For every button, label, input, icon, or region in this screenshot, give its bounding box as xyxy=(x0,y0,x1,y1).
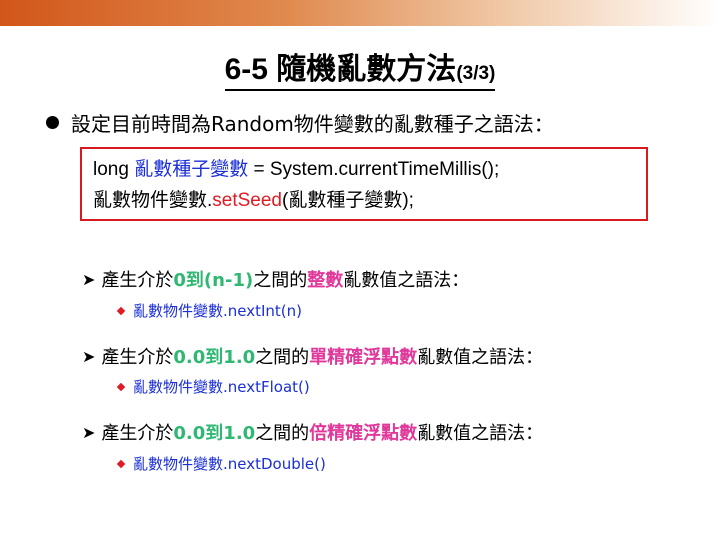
sub-suffix: 亂數值之語法： xyxy=(343,270,470,291)
sub-kind: 單精確浮點數 xyxy=(309,347,418,368)
code-seed-var: 亂數種子變數 xyxy=(134,159,249,180)
code-line-1: long 亂數種子變數 = System.currentTimeMillis()… xyxy=(93,154,646,185)
sub-bullet-3: ➤ 產生介於 0.0到1.0 之間的 倍精確浮點數 亂數值之語法： xyxy=(82,419,543,445)
sub-prefix: 產生介於 xyxy=(101,347,174,368)
sub-range: 0.0到1.0 xyxy=(173,423,256,444)
code-assign: = System.currentTimeMillis(); xyxy=(248,159,500,180)
slide-title: 6-5 隨機亂數方法(3/3) xyxy=(0,44,720,91)
sub-prefix: 產生介於 xyxy=(101,270,174,291)
code-method: setSeed xyxy=(212,190,283,211)
detail-method: 亂數物件變數.nextFloat() xyxy=(133,378,310,396)
sub-range: 0.0到1.0 xyxy=(173,347,256,368)
arrow-right-icon: ➤ xyxy=(82,269,96,289)
top-gradient-bar xyxy=(0,0,720,26)
sub-kind: 倍精確浮點數 xyxy=(309,423,418,444)
main-bullet: 設定目前時間為Random物件變數的亂數種子之語法： xyxy=(46,108,554,137)
detail-2: 亂數物件變數.nextFloat() xyxy=(116,376,310,397)
diamond-icon xyxy=(116,306,126,315)
diamond-icon xyxy=(116,459,126,468)
sub-mid: 之間的 xyxy=(255,347,310,368)
sub-suffix: 亂數值之語法： xyxy=(417,347,544,368)
sub-bullet-1: ➤ 產生介於 0到(n-1) 之間的 整數 亂數值之語法： xyxy=(82,266,469,292)
code-keyword: long xyxy=(93,159,135,180)
arrow-right-icon: ➤ xyxy=(82,422,96,442)
arrow-right-icon: ➤ xyxy=(82,346,96,366)
title-main: 6-5 隨機亂數方法 xyxy=(224,53,457,86)
detail-method: 亂數物件變數.nextInt(n) xyxy=(133,302,303,320)
title-sub: (3/3) xyxy=(456,63,496,84)
sub-bullet-2: ➤ 產生介於 0.0到1.0 之間的 單精確浮點數 亂數值之語法： xyxy=(82,343,543,369)
sub-mid: 之間的 xyxy=(255,423,310,444)
detail-3: 亂數物件變數.nextDouble() xyxy=(116,453,326,474)
diamond-icon xyxy=(116,382,126,391)
sub-mid: 之間的 xyxy=(253,270,308,291)
sub-range: 0到(n-1) xyxy=(173,270,254,291)
code-box: long 亂數種子變數 = System.currentTimeMillis()… xyxy=(80,147,648,221)
sub-kind: 整數 xyxy=(307,270,344,291)
sub-prefix: 產生介於 xyxy=(101,423,174,444)
code-args: (亂數種子變數); xyxy=(282,190,414,211)
code-line-2: 亂數物件變數.setSeed(亂數種子變數); xyxy=(93,185,646,216)
bullet-dot-icon xyxy=(46,116,59,129)
main-bullet-text: 設定目前時間為Random物件變數的亂數種子之語法： xyxy=(71,112,554,136)
detail-1: 亂數物件變數.nextInt(n) xyxy=(116,300,303,321)
code-object: 亂數物件變數. xyxy=(93,190,213,211)
sub-suffix: 亂數值之語法： xyxy=(417,423,544,444)
detail-method: 亂數物件變數.nextDouble() xyxy=(133,455,326,473)
